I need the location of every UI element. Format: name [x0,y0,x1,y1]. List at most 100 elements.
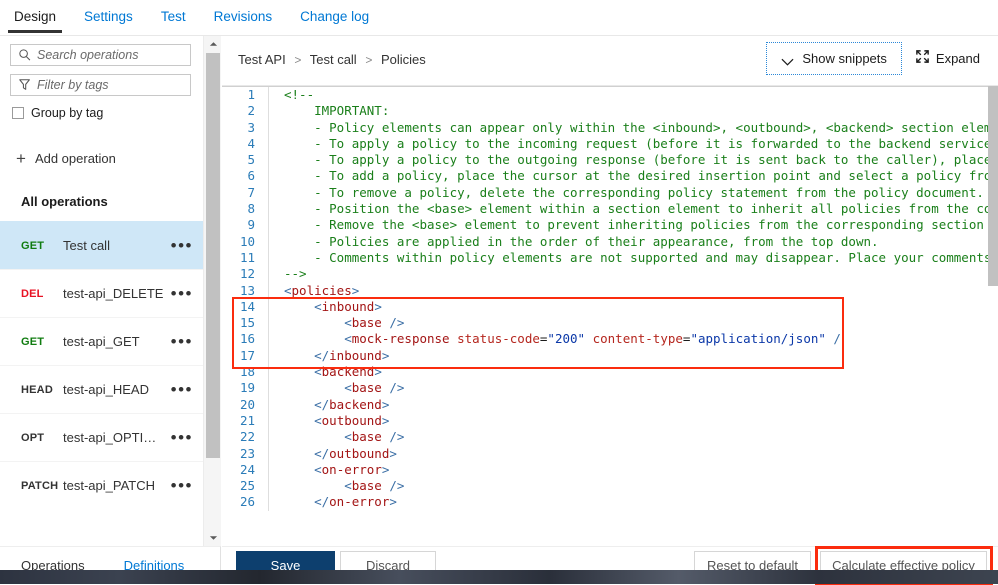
code-line[interactable]: 23 </outbound> [222,445,988,462]
code-line[interactable]: 20 </backend> [222,396,988,413]
line-number: 19 [239,380,255,396]
chevron-down-icon [781,54,794,66]
line-number: 3 [247,119,255,135]
code-text: - Policy elements can appear only within… [284,119,988,135]
code-text: --> [284,266,307,282]
code-line[interactable]: 22 <base /> [222,429,988,446]
code-line[interactable]: 17 </inbound> [222,347,988,365]
group-by-tag-checkbox[interactable]: Group by tag [12,106,203,120]
operation-method-badge: PATCH [21,479,59,492]
code-line[interactable]: 7 - To remove a policy, delete the corre… [222,184,988,202]
checkbox-box [12,107,24,119]
operation-method-badge: GET [21,335,45,348]
code-line[interactable]: 1 <!-- [222,87,988,104]
show-snippets-button[interactable]: Show snippets [766,41,902,75]
indent-guide [268,315,278,332]
operation-context-menu-icon[interactable]: ••• [165,381,193,398]
tab-test[interactable]: Test [147,0,200,32]
code-line[interactable]: 5 - To apply a policy to the outgoing re… [222,152,988,169]
list-item[interactable]: GET Test call ••• [0,221,203,269]
line-number: 6 [247,168,255,184]
breadcrumb-item-policies[interactable]: Policies [381,52,426,67]
code-line[interactable]: 8 - Position the <base> element within a… [222,201,988,218]
code-line[interactable]: 10 - Policies are applied in the order o… [222,233,988,250]
scroll-up-arrow[interactable] [204,36,222,52]
search-operations-input[interactable]: Search operations [10,44,191,66]
tab-design[interactable]: Design [0,0,70,33]
code-line[interactable]: 14 <inbound> [222,298,988,316]
editor-scroll-thumb[interactable] [988,86,998,286]
operation-context-menu-icon[interactable]: ••• [165,237,193,254]
add-operation-button[interactable]: + Add operation [16,150,203,167]
code-line[interactable]: 2 IMPORTANT: [222,103,988,120]
list-item[interactable]: GET test-api_GET ••• [0,317,203,365]
code-line[interactable]: 9 - Remove the <base> element to prevent… [222,217,988,234]
operation-context-menu-icon[interactable]: ••• [165,333,193,350]
operation-method-badge: DEL [21,287,44,300]
operation-name: test-api_GET [63,334,140,349]
indent-guide [268,103,278,120]
code-line[interactable]: 13 <policies> [222,282,988,299]
code-line[interactable]: 16 <mock-response status-code="200" cont… [222,331,988,348]
list-item[interactable]: PATCH test-api_PATCH ••• [0,461,203,509]
tab-revisions[interactable]: Revisions [200,0,287,32]
indent-guide [268,184,278,202]
code-line[interactable]: 25 <base /> [222,478,988,495]
indent-guide [268,119,278,136]
code-line[interactable]: 11 - Comments within policy elements are… [222,249,988,267]
code-text: <backend> [284,364,382,380]
indent-guide [268,249,278,267]
code-line[interactable]: 3 - Policy elements can appear only with… [222,119,988,136]
sidebar-scrollbar[interactable] [203,36,221,546]
code-line[interactable]: 4 - To apply a policy to the incoming re… [222,135,988,153]
breadcrumb-item-operation[interactable]: Test call [310,52,357,67]
expand-label: Expand [935,50,980,66]
code-line[interactable]: 15 <base /> [222,315,988,332]
policy-code-editor[interactable]: 1 <!-- 2 IMPORTANT: 3 - Policy elements can… [222,86,998,546]
operation-context-menu-icon[interactable]: ••• [165,429,193,446]
editor-vertical-scrollbar[interactable] [988,86,998,546]
line-number: 18 [239,364,255,380]
code-line[interactable]: 21 <outbound> [222,412,988,430]
line-number: 10 [239,233,255,249]
indent-guide [268,429,278,446]
line-number: 26 [239,494,255,510]
tab-change-log[interactable]: Change log [286,0,383,32]
code-lines[interactable]: 1 <!-- 2 IMPORTANT: 3 - Policy elements can… [222,87,988,546]
code-text: - Remove the <base> element to prevent i… [284,217,988,233]
tab-settings[interactable]: Settings [70,0,147,32]
line-number: 11 [239,249,255,265]
filter-placeholder: Filter by tags [37,78,109,92]
line-number: 9 [247,217,255,233]
breadcrumb-item-api[interactable]: Test API [238,52,286,67]
list-item[interactable]: OPT test-api_OPTIO… ••• [0,413,203,461]
group-by-tag-label: Group by tag [31,106,104,120]
code-line[interactable]: 19 <base /> [222,380,988,397]
sidebar-scroll-thumb[interactable] [206,53,220,458]
expand-button[interactable]: Expand [907,42,988,74]
code-line[interactable]: 24 <on-error> [222,461,988,479]
list-item[interactable]: DEL test-api_DELETE ••• [0,269,203,317]
code-text: IMPORTANT: [284,103,390,119]
operation-context-menu-icon[interactable]: ••• [165,477,193,494]
code-line[interactable]: 18 <backend> [222,364,988,381]
code-line[interactable]: 26 </on-error> [222,494,988,511]
desktop-background-strip [0,570,998,584]
operation-context-menu-icon[interactable]: ••• [165,285,193,302]
operation-method-badge: GET [21,239,45,252]
code-text: - Position the <base> element within a s… [284,201,988,217]
add-operation-label: Add operation [34,151,116,166]
code-text: - To apply a policy to the outgoing resp… [284,152,988,168]
code-text: <inbound> [284,298,382,314]
line-number: 5 [247,152,255,168]
scroll-down-arrow[interactable] [204,530,222,546]
expand-icon [915,49,930,67]
indent-guide [268,135,278,153]
list-item[interactable]: HEAD test-api_HEAD ••• [0,365,203,413]
line-number: 2 [247,103,255,119]
indent-guide [268,282,278,299]
filter-by-tags-input[interactable]: Filter by tags [10,74,191,96]
policy-editor-pane: Test API > Test call > Policies Show sni… [222,36,998,546]
code-line[interactable]: 12 --> [222,266,988,283]
code-line[interactable]: 6 - To add a policy, place the cursor at… [222,168,988,185]
